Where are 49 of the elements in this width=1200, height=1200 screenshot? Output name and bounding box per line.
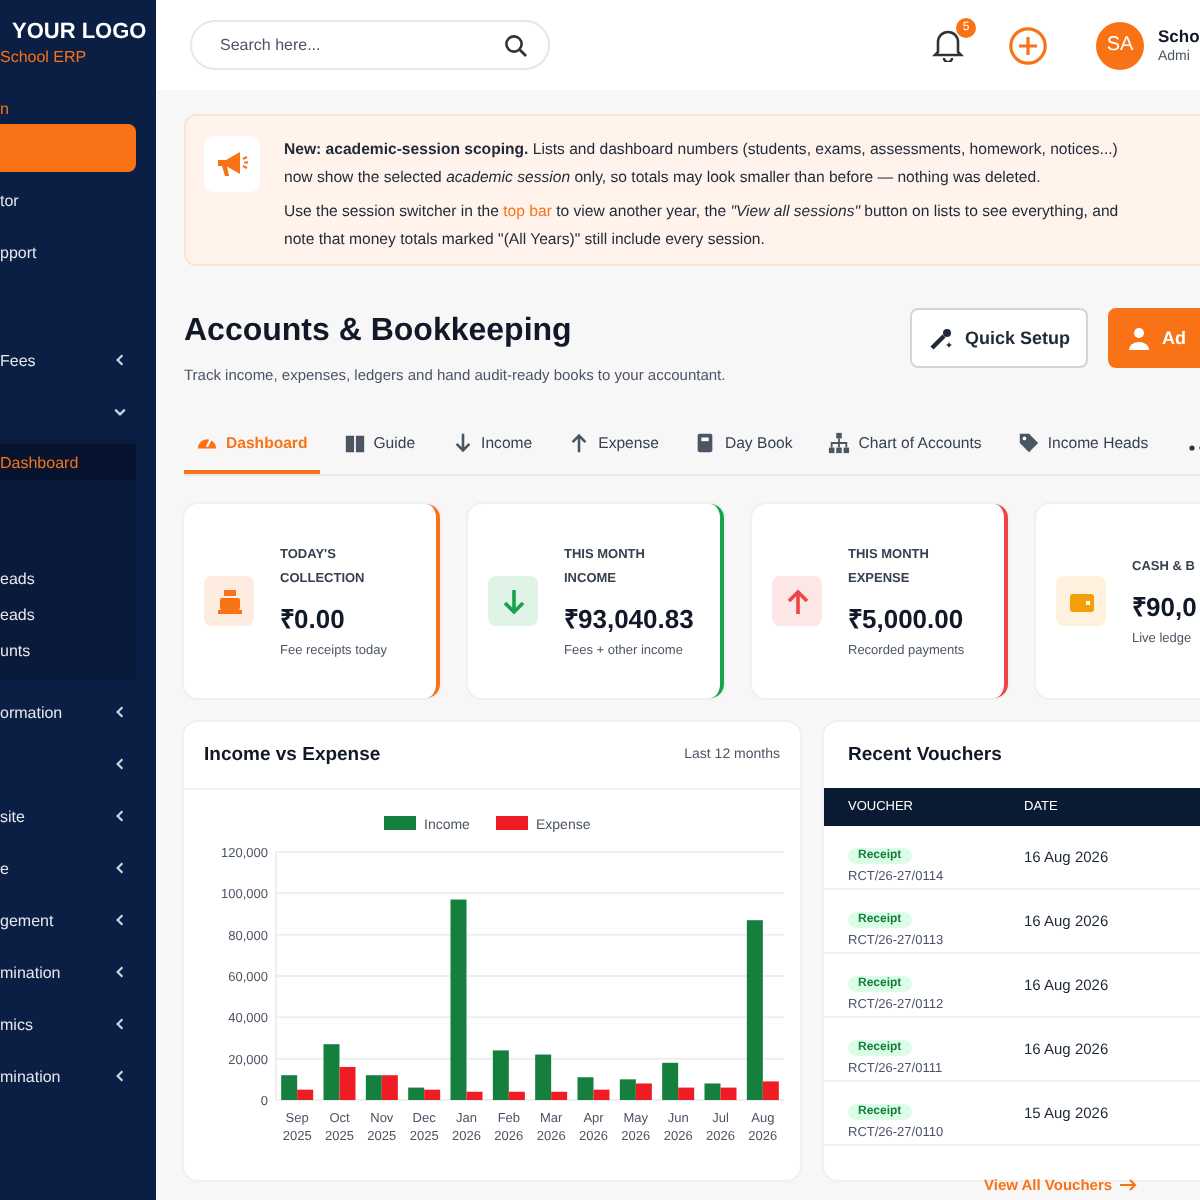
page-title: Accounts & Bookkeeping xyxy=(184,314,574,350)
bell-icon[interactable] xyxy=(932,28,964,62)
arrow-up-icon xyxy=(568,432,591,454)
notebook-icon xyxy=(694,432,717,454)
sidebar-item[interactable]: tor xyxy=(0,176,136,224)
search-icon xyxy=(504,33,528,57)
submenu-item[interactable]: eads xyxy=(0,560,136,596)
chart-bar xyxy=(704,1083,721,1100)
search-field[interactable]: Search here... xyxy=(190,20,550,70)
arrow-down-icon xyxy=(451,432,474,454)
logo-text: YOUR LOGO xyxy=(10,20,149,44)
logo-subtitle: School ERP xyxy=(0,48,89,66)
submenu-item[interactable]: Dashboard xyxy=(0,444,136,480)
magic-wand-icon xyxy=(928,325,955,351)
sidebar-item[interactable]: ormation xyxy=(0,688,136,736)
arrow-right-icon xyxy=(1120,1178,1139,1192)
sidebar-item[interactable]: site xyxy=(0,792,136,840)
hierarchy-icon xyxy=(828,432,851,454)
sidebar-item[interactable]: Fees xyxy=(0,336,136,384)
add-icon[interactable] xyxy=(1008,25,1048,65)
sidebar-item[interactable]: mics xyxy=(0,1000,136,1048)
user-icon xyxy=(1126,325,1152,351)
tag-icon xyxy=(1017,432,1040,454)
megaphone-icon xyxy=(216,150,248,178)
arrow-down-icon xyxy=(499,587,527,615)
legend-swatch xyxy=(384,816,416,830)
sidebar-item[interactable]: mination xyxy=(0,1052,136,1100)
user-name: Scho xyxy=(1158,26,1200,46)
search-input[interactable]: Search here... xyxy=(216,34,504,56)
chart-bar xyxy=(365,1075,382,1100)
sidebar-section-label: n xyxy=(0,100,11,122)
sidebar-item[interactable]: e xyxy=(0,844,136,892)
stat-value: ₹90,0 xyxy=(1132,590,1199,624)
arrow-up-icon xyxy=(783,587,811,615)
submenu-item[interactable]: eads xyxy=(0,596,136,632)
cash-register-icon xyxy=(215,587,243,615)
stat-value: ₹5,000.00 xyxy=(848,602,966,636)
sidebar-item[interactable]: pport xyxy=(0,228,136,276)
submenu-item[interactable]: unts xyxy=(0,632,136,668)
stat-value: ₹0.00 xyxy=(280,602,347,636)
quick-setup-button[interactable]: Quick Setup xyxy=(910,308,1088,368)
legend-swatch xyxy=(496,816,528,830)
chart-title: Income vs Expense xyxy=(204,744,381,766)
stat-value: ₹93,040.83 xyxy=(564,602,696,636)
chart-bar xyxy=(619,1079,636,1100)
card-title: Recent Vouchers xyxy=(846,742,1004,770)
sidebar-item[interactable]: gement xyxy=(0,896,136,944)
sidebar-item[interactable]: mination xyxy=(0,948,136,996)
book-icon xyxy=(343,432,366,454)
